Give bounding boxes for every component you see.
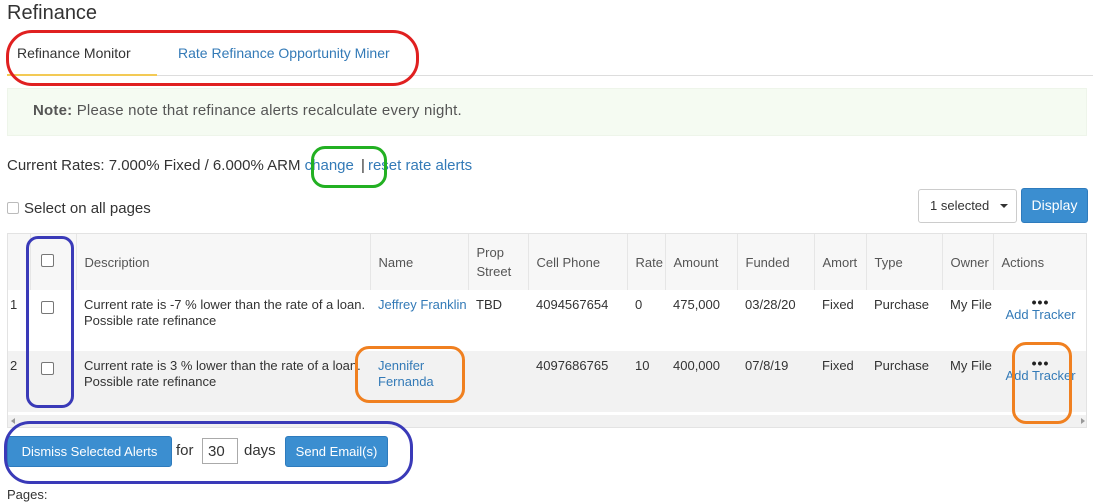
display-button[interactable]: Display (1021, 188, 1088, 223)
select-all-pages-label: Select on all pages (24, 200, 151, 217)
scroll-right-icon[interactable] (1081, 418, 1085, 424)
row-name-cell: Jennifer Fernanda (370, 351, 468, 412)
add-tracker-link[interactable]: Add Tracker (1005, 307, 1075, 322)
row-funded: 07/8/19 (745, 358, 789, 373)
header-funded[interactable]: Funded (737, 234, 815, 290)
row-rate: 10 (635, 358, 650, 373)
note-text: Please note that refinance alerts recalc… (76, 102, 462, 119)
scroll-left-icon[interactable] (11, 418, 15, 424)
table-row: 1 Current rate is -7 % lower than the ra… (8, 290, 1086, 351)
header-actions: Actions (1001, 254, 1045, 270)
dismiss-selected-alerts-button[interactable]: Dismiss Selected Alerts (7, 436, 172, 467)
reset-rate-alerts-link[interactable]: reset rate alerts (368, 157, 472, 174)
header-cell-phone[interactable]: Cell Phone (528, 234, 628, 290)
tab-refinance-monitor[interactable]: Refinance Monitor (7, 36, 157, 76)
row-type: Purchase (874, 358, 929, 373)
row-street (468, 351, 528, 412)
header-name[interactable]: Name (370, 234, 469, 290)
header-rate[interactable]: Rate (627, 234, 666, 290)
selection-dropdown[interactable]: 1 selected (918, 189, 1017, 223)
tab-rate-refinance-opportunity-miner[interactable]: Rate Refinance Opportunity Miner (168, 36, 400, 76)
row-funded: 03/28/20 (745, 297, 796, 312)
horizontal-scrollbar[interactable] (8, 415, 1086, 427)
header-description[interactable]: Description (76, 234, 371, 290)
days-input[interactable] (202, 438, 238, 464)
change-rates-link[interactable]: change (305, 157, 354, 174)
days-label: days (244, 442, 276, 459)
row-index: 2 (10, 358, 18, 373)
table-header-row: Description Name Prop Street Cell Phone … (8, 234, 1086, 290)
row-type: Purchase (874, 297, 929, 312)
add-tracker-link[interactable]: Add Tracker (1005, 368, 1075, 383)
current-rates-line: Current Rates: 7.000% Fixed / 6.000% ARM… (7, 157, 472, 174)
table-row: 2 Current rate is 3 % lower than the rat… (8, 351, 1086, 412)
row-actions: ••• Add Tracker (993, 290, 1086, 351)
chevron-down-icon (1000, 204, 1008, 208)
header-type[interactable]: Type (866, 234, 943, 290)
tab-bar: Refinance Monitor Rate Refinance Opportu… (7, 36, 1093, 76)
header-owner[interactable]: Owner (942, 234, 994, 290)
header-prop-street[interactable]: Prop Street (468, 234, 529, 290)
row-amort: Fixed (822, 358, 854, 373)
index-header (8, 234, 31, 290)
row-owner: My File (950, 358, 992, 373)
row-checkbox-cell (30, 290, 76, 351)
note-label: Note: (33, 102, 73, 119)
row-owner: My File (950, 297, 992, 312)
send-emails-button[interactable]: Send Email(s) (285, 436, 388, 467)
page-title: Refinance (7, 2, 98, 24)
select-all-checkbox[interactable] (40, 253, 54, 267)
row-index: 1 (10, 297, 18, 312)
selection-dropdown-value: 1 selected (930, 198, 990, 213)
row-phone: 4097686765 (536, 358, 609, 373)
row-name-cell: Jeffrey Franklin (370, 290, 468, 351)
header-amount[interactable]: Amount (665, 234, 738, 290)
row-checkbox[interactable] (41, 301, 54, 314)
select-all-pages-checkbox[interactable] (7, 202, 19, 214)
row-amount: 475,000 (673, 297, 720, 312)
more-options-icon[interactable]: ••• (993, 295, 1086, 309)
row-checkbox-cell (30, 351, 76, 412)
note-banner: Note: Please note that refinance alerts … (7, 88, 1087, 136)
row-description: Current rate is 3 % lower than the rate … (84, 358, 361, 389)
header-amort[interactable]: Amort (814, 234, 867, 290)
for-label: for (176, 442, 194, 459)
current-rates-text: Current Rates: 7.000% Fixed / 6.000% ARM (7, 157, 301, 174)
row-description: Current rate is -7 % lower than the rate… (84, 297, 366, 328)
row-rate: 0 (635, 297, 643, 312)
row-amount: 400,000 (673, 358, 720, 373)
borrower-name-link[interactable]: Jennifer Fernanda (378, 358, 434, 389)
link-separator: | (361, 157, 365, 174)
row-actions: ••• Add Tracker (993, 351, 1086, 412)
more-options-icon[interactable]: ••• (993, 356, 1086, 370)
row-amort: Fixed (822, 297, 854, 312)
row-phone: 4094567654 (536, 297, 609, 312)
row-checkbox[interactable] (41, 362, 54, 375)
row-street: TBD (476, 297, 502, 312)
borrower-name-link[interactable]: Jeffrey Franklin (378, 297, 467, 312)
alerts-table: Description Name Prop Street Cell Phone … (7, 233, 1087, 428)
select-all-pages[interactable]: Select on all pages (7, 200, 151, 217)
checkbox-header (30, 234, 77, 290)
